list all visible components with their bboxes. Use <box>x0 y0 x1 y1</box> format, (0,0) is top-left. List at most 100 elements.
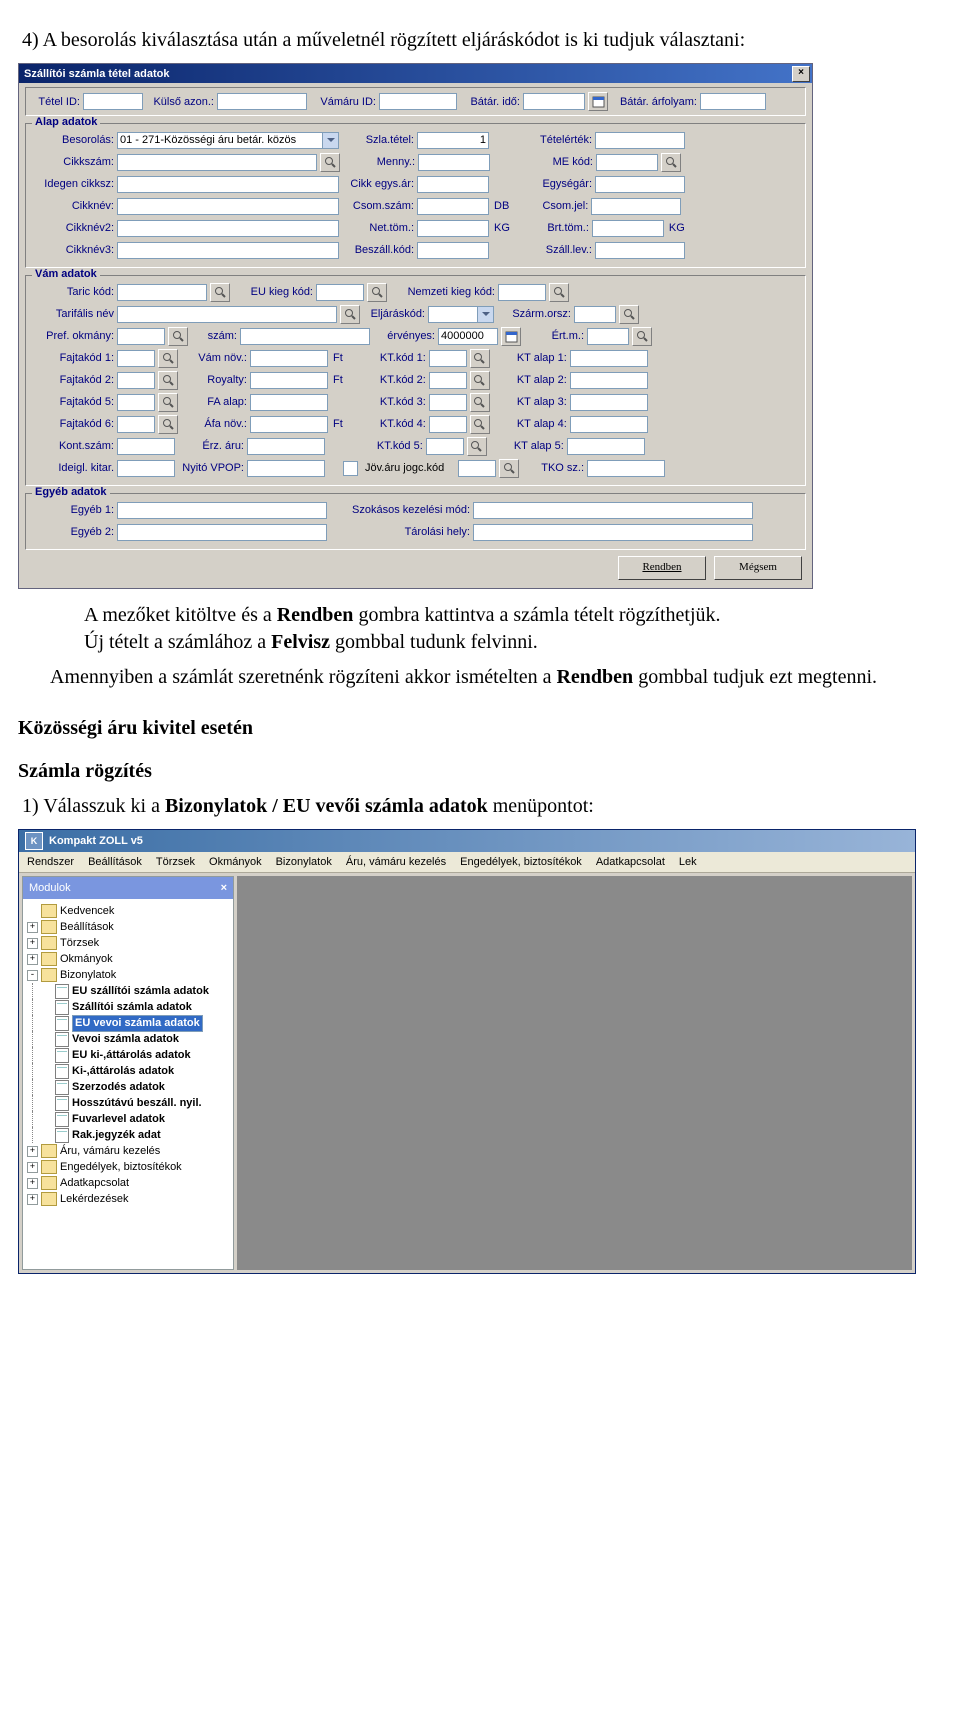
lookup-icon[interactable] <box>158 349 178 368</box>
input-kontszam[interactable] <box>117 438 175 455</box>
expand-icon[interactable]: + <box>27 938 38 949</box>
tree-b3-selected[interactable]: EU vevoi számla adatok <box>27 1015 229 1031</box>
input-ktalap1[interactable] <box>570 350 648 367</box>
tree-aru[interactable]: +Áru, vámáru kezelés <box>27 1143 229 1159</box>
input-csomjel[interactable] <box>591 198 681 215</box>
input-ktkod5[interactable] <box>426 438 464 455</box>
collapse-icon[interactable]: - <box>27 970 38 981</box>
lookup-icon[interactable] <box>467 437 487 456</box>
input-egyeb2[interactable] <box>117 524 327 541</box>
input-ktkod2[interactable] <box>429 372 467 389</box>
lookup-icon[interactable] <box>632 327 652 346</box>
input-ktalap4[interactable] <box>570 416 648 433</box>
input-batarido[interactable] <box>523 93 585 110</box>
lookup-icon[interactable] <box>470 393 490 412</box>
input-csomszam[interactable] <box>417 198 489 215</box>
lookup-icon[interactable] <box>470 371 490 390</box>
expand-icon[interactable]: + <box>27 1194 38 1205</box>
close-icon[interactable]: × <box>221 882 227 894</box>
input-szokasos[interactable] <box>473 502 753 519</box>
input-beszallkod[interactable] <box>417 242 489 259</box>
tree-bizonylatok[interactable]: -Bizonylatok <box>27 967 229 983</box>
input-ktalap2[interactable] <box>570 372 648 389</box>
input-szarmorsz[interactable] <box>574 306 616 323</box>
tree-torzsek[interactable]: +Törzsek <box>27 935 229 951</box>
input-eukieg[interactable] <box>316 284 364 301</box>
tree-b7[interactable]: Szerzodés adatok <box>27 1079 229 1095</box>
input-szalllev[interactable] <box>595 242 685 259</box>
menu-engedelyek[interactable]: Engedélyek, biztosítékok <box>460 856 582 868</box>
lookup-icon[interactable] <box>499 459 519 478</box>
input-ktkod3[interactable] <box>429 394 467 411</box>
input-tetelid[interactable] <box>83 93 143 110</box>
expand-icon[interactable]: + <box>27 1146 38 1157</box>
tree-beallitasok[interactable]: +Beállítások <box>27 919 229 935</box>
close-icon[interactable]: × <box>792 66 810 82</box>
input-taric[interactable] <box>117 284 207 301</box>
megsem-button[interactable]: Mégsem <box>714 556 802 580</box>
menu-adatkapcsolat[interactable]: Adatkapcsolat <box>596 856 665 868</box>
tree-b4[interactable]: Vevoi számla adatok <box>27 1031 229 1047</box>
tree-okmanyok[interactable]: +Okmányok <box>27 951 229 967</box>
tree-b9[interactable]: Fuvarlevel adatok <box>27 1111 229 1127</box>
input-szlatetel[interactable] <box>417 132 489 149</box>
input-cikkegysar[interactable] <box>417 176 489 193</box>
input-afanov[interactable] <box>250 416 328 433</box>
input-ktalap3[interactable] <box>570 394 648 411</box>
select-besorolas[interactable]: 01 - 271-Közösségi áru betár. közös <box>117 132 339 149</box>
lookup-icon[interactable] <box>367 283 387 302</box>
input-ideigl[interactable] <box>117 460 175 477</box>
input-mekod[interactable] <box>596 154 658 171</box>
tree-adat[interactable]: +Adatkapcsolat <box>27 1175 229 1191</box>
input-kulsoazon[interactable] <box>217 93 307 110</box>
input-nettom[interactable] <box>417 220 489 237</box>
input-tkosz[interactable] <box>587 460 665 477</box>
tree-kedvencek[interactable]: Kedvencek <box>27 903 229 919</box>
menu-beallitasok[interactable]: Beállítások <box>88 856 142 868</box>
input-batararf[interactable] <box>700 93 766 110</box>
lookup-icon[interactable] <box>210 283 230 302</box>
input-cikknev[interactable] <box>117 198 339 215</box>
input-ktkod1[interactable] <box>429 350 467 367</box>
input-vamnov[interactable] <box>250 350 328 367</box>
tree-eng[interactable]: +Engedélyek, biztosítékok <box>27 1159 229 1175</box>
input-cikkszam[interactable] <box>117 154 317 171</box>
tree-lek[interactable]: +Lekérdezések <box>27 1191 229 1207</box>
input-fajtakod1[interactable] <box>117 350 155 367</box>
menu-okmanyok[interactable]: Okmányok <box>209 856 262 868</box>
tree-b6[interactable]: Ki-,áttárolás adatok <box>27 1063 229 1079</box>
expand-icon[interactable]: + <box>27 954 38 965</box>
input-menny[interactable] <box>418 154 490 171</box>
input-ertm[interactable] <box>587 328 629 345</box>
input-egyeb1[interactable] <box>117 502 327 519</box>
tree-b5[interactable]: EU ki-,áttárolás adatok <box>27 1047 229 1063</box>
select-eljaraskod[interactable] <box>428 306 494 323</box>
input-faalap[interactable] <box>250 394 328 411</box>
lookup-icon[interactable] <box>470 415 490 434</box>
input-tetelertek[interactable] <box>595 132 685 149</box>
lookup-icon[interactable] <box>549 283 569 302</box>
input-fajtakod2[interactable] <box>117 372 155 389</box>
input-idegen[interactable] <box>117 176 339 193</box>
input-nyitovpop[interactable] <box>247 460 325 477</box>
expand-icon[interactable]: + <box>27 1162 38 1173</box>
calendar-icon[interactable] <box>588 92 608 111</box>
lookup-icon[interactable] <box>320 153 340 172</box>
input-egysegar[interactable] <box>595 176 685 193</box>
input-ktalap5[interactable] <box>567 438 645 455</box>
input-fajtakod5[interactable] <box>117 394 155 411</box>
tree-b1[interactable]: EU szállítói számla adatok <box>27 983 229 999</box>
lookup-icon[interactable] <box>619 305 639 324</box>
menu-aru[interactable]: Áru, vámáru kezelés <box>346 856 446 868</box>
input-jovaru[interactable] <box>458 460 496 477</box>
expand-icon[interactable]: + <box>27 1178 38 1189</box>
input-cikknev2[interactable] <box>117 220 339 237</box>
tree-b8[interactable]: Hosszútávú beszáll. nyil. <box>27 1095 229 1111</box>
input-tarolasi[interactable] <box>473 524 753 541</box>
menu-rendszer[interactable]: Rendszer <box>27 856 74 868</box>
lookup-icon[interactable] <box>158 393 178 412</box>
calendar-icon[interactable] <box>501 327 521 346</box>
tree-b10[interactable]: Rak.jegyzék adat <box>27 1127 229 1143</box>
tree-b2[interactable]: Szállítói számla adatok <box>27 999 229 1015</box>
menu-torzsek[interactable]: Törzsek <box>156 856 195 868</box>
